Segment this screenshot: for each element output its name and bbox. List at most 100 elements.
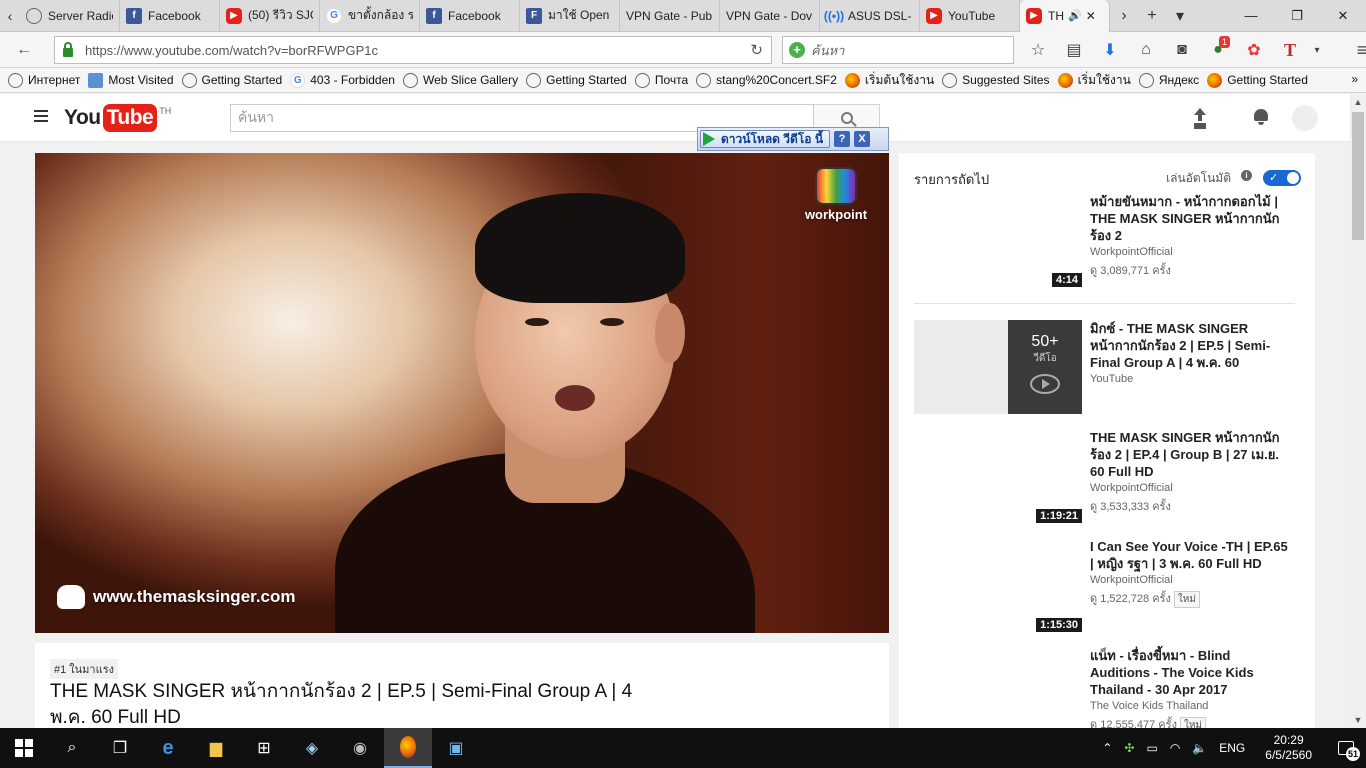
scroll-down-arrow-icon[interactable]: ▼: [1350, 712, 1366, 728]
bookmark-item[interactable]: Most Visited: [88, 72, 174, 88]
list-item[interactable]: 1:15:30 I Can See Your Voice -TH | EP.65…: [914, 538, 1304, 632]
autoplay-toggle[interactable]: ✓: [1263, 170, 1301, 186]
bookmark-item[interactable]: เริ่มใช้งาน: [1057, 71, 1131, 90]
bookmark-item[interactable]: Яндекс: [1138, 72, 1199, 88]
tab-scroll-left-button[interactable]: ‹: [0, 0, 20, 32]
restore-button[interactable]: ❐: [1274, 0, 1320, 32]
app-icon[interactable]: ◈: [288, 728, 336, 768]
upload-icon[interactable]: [1190, 108, 1210, 128]
download-close-button[interactable]: X: [854, 131, 871, 147]
bookmarks-overflow-icon[interactable]: »: [1351, 72, 1358, 86]
minimize-button[interactable]: —: [1228, 0, 1274, 32]
video-player[interactable]: workpoint www.themasksinger.com: [35, 153, 889, 633]
pocket-icon[interactable]: ◙: [1164, 36, 1200, 64]
bookmark-star-icon[interactable]: ☆: [1020, 36, 1056, 64]
translate-addon-icon[interactable]: T: [1272, 36, 1308, 64]
file-explorer-icon[interactable]: ▆: [192, 728, 240, 768]
home-icon[interactable]: ⌂: [1128, 36, 1164, 64]
list-item[interactable]: 1:19:21 THE MASK SINGER หน้ากากนัก ร้อง …: [914, 429, 1304, 523]
video-item-title[interactable]: THE MASK SINGER หน้ากากนัก ร้อง 2 | EP.4…: [1090, 429, 1290, 480]
addon-dropdown-icon[interactable]: ▾: [1308, 36, 1326, 64]
bookmark-item[interactable]: Getting Started: [1207, 72, 1308, 88]
bookmark-item[interactable]: stang%20Concert.SF2: [696, 72, 837, 88]
show-hidden-icons-chevron-icon[interactable]: ⌃: [1096, 741, 1118, 755]
control-panel-icon[interactable]: ▣: [432, 728, 480, 768]
network-sharing-icon[interactable]: ✣: [1118, 741, 1140, 755]
reading-list-icon[interactable]: ▤: [1056, 36, 1092, 64]
download-help-button[interactable]: ?: [834, 131, 851, 147]
language-indicator[interactable]: ENG: [1213, 741, 1251, 755]
back-button[interactable]: ←: [8, 36, 40, 64]
reload-icon[interactable]: ↻: [750, 41, 763, 59]
trending-badge[interactable]: #1 ในมาแรง: [50, 659, 118, 679]
video-thumbnail[interactable]: 1:15:30: [914, 538, 1082, 632]
browser-tab[interactable]: f Facebook: [420, 0, 520, 32]
browser-search-box[interactable]: + ค้นหา: [782, 36, 1014, 64]
bookmark-item[interactable]: Почта: [634, 72, 688, 88]
tab-list-button[interactable]: ▾: [1166, 0, 1194, 32]
toolbar-icons: ☆ ▤ ⬇ ⌂ ◙ ● 1 ✿ T ▾ ≡: [1020, 36, 1366, 64]
list-item[interactable]: 4:14 หม้ายขันหมาก - หน้ากากดอกไม้ | THE …: [914, 193, 1304, 287]
video-thumbnail[interactable]: [914, 647, 1082, 728]
color-addon-icon[interactable]: ✿: [1236, 36, 1272, 64]
playlist-thumbnail[interactable]: 50+ วีดีโอ: [914, 320, 1082, 414]
action-center-button[interactable]: 51: [1326, 728, 1366, 768]
browser-tab[interactable]: f Facebook: [120, 0, 220, 32]
browser-tab[interactable]: F มาใช้ Open: [520, 0, 620, 32]
video-thumbnail[interactable]: 4:14: [914, 193, 1082, 287]
url-bar[interactable]: https://www.youtube.com/watch?v=borRFWPG…: [54, 36, 772, 64]
browser-tab[interactable]: VPN Gate - Dov: [720, 0, 820, 32]
store-icon[interactable]: ⊞: [240, 728, 288, 768]
bookmark-item[interactable]: Suggested Sites: [942, 72, 1050, 88]
media-disc-icon[interactable]: ◉: [336, 728, 384, 768]
guide-menu-icon[interactable]: [34, 110, 48, 122]
page-scrollbar[interactable]: ▲ ▼: [1350, 94, 1366, 728]
start-button[interactable]: [0, 728, 48, 768]
bookmark-item[interactable]: G 403 - Forbidden: [290, 72, 395, 88]
new-tab-button[interactable]: +: [1138, 0, 1166, 32]
download-arrow-icon[interactable]: ⬇: [1092, 36, 1128, 64]
download-video-button[interactable]: ดาวน์โหลด วีดีโอ นี้: [700, 130, 831, 148]
bookmark-item[interactable]: Интернет: [8, 72, 80, 88]
browser-tab[interactable]: VPN Gate - Pub: [620, 0, 720, 32]
close-window-button[interactable]: ✕: [1320, 0, 1366, 32]
browser-tab-active[interactable]: ▶ TH 🔊 ✕: [1020, 0, 1110, 32]
bookmark-item[interactable]: เริ่มต้นใช้งาน: [844, 71, 934, 90]
globe-icon: [1138, 72, 1154, 88]
speaker-icon[interactable]: 🔊: [1068, 9, 1082, 22]
search-engine-icon[interactable]: +: [789, 42, 805, 58]
edge-icon[interactable]: e: [144, 728, 192, 768]
bookmark-item[interactable]: Getting Started: [181, 72, 282, 88]
tab-scroll-right-button[interactable]: ›: [1110, 0, 1138, 32]
search-icon[interactable]: ⌕: [48, 728, 96, 768]
info-icon[interactable]: i: [1241, 170, 1252, 181]
notification-bell-icon[interactable]: [1252, 107, 1270, 127]
volume-icon[interactable]: 🔈: [1186, 741, 1213, 755]
wifi-icon[interactable]: ◠: [1164, 741, 1186, 755]
menu-icon[interactable]: ≡: [1344, 36, 1366, 64]
list-item[interactable]: 50+ วีดีโอ มิกซ์ - THE MASK SINGER หน้าก…: [914, 320, 1304, 414]
close-tab-icon[interactable]: ✕: [1086, 9, 1096, 23]
clock[interactable]: 20:29 6/5/2560: [1251, 733, 1326, 763]
list-item[interactable]: แน็ท - เรื่องขี้หมา - Blind Auditions - …: [914, 647, 1304, 728]
video-item-title[interactable]: หม้ายขันหมาก - หน้ากากดอกไม้ | THE MASK …: [1090, 193, 1290, 244]
avatar[interactable]: [1292, 105, 1318, 131]
firefox-taskbar-icon[interactable]: [384, 728, 432, 768]
browser-tab[interactable]: ((•)) ASUS DSL-: [820, 0, 920, 32]
video-item-title[interactable]: มิกซ์ - THE MASK SINGER หน้ากากนักร้อง 2…: [1090, 320, 1290, 371]
browser-tab[interactable]: G ขาตั้งกล้อง ร: [320, 0, 420, 32]
browser-tab[interactable]: ▶ (50) รีวิว SJC: [220, 0, 320, 32]
browser-tab[interactable]: ▶ YouTube: [920, 0, 1020, 32]
addon-icon[interactable]: ● 1: [1200, 36, 1236, 64]
browser-tab[interactable]: Server Radio Pa: [20, 0, 120, 32]
bookmark-item[interactable]: Getting Started: [526, 72, 627, 88]
video-item-title[interactable]: I Can See Your Voice -TH | EP.65 | หญิง …: [1090, 538, 1290, 572]
youtube-logo[interactable]: You Tube TH: [64, 104, 171, 132]
video-thumbnail[interactable]: 1:19:21: [914, 429, 1082, 523]
task-view-icon[interactable]: ❐: [96, 728, 144, 768]
battery-icon[interactable]: ▭: [1140, 741, 1163, 755]
bookmark-item[interactable]: Web Slice Gallery: [402, 72, 518, 88]
scroll-up-arrow-icon[interactable]: ▲: [1350, 94, 1366, 110]
scroll-thumb[interactable]: [1352, 112, 1364, 240]
video-item-title[interactable]: แน็ท - เรื่องขี้หมา - Blind Auditions - …: [1090, 647, 1290, 698]
